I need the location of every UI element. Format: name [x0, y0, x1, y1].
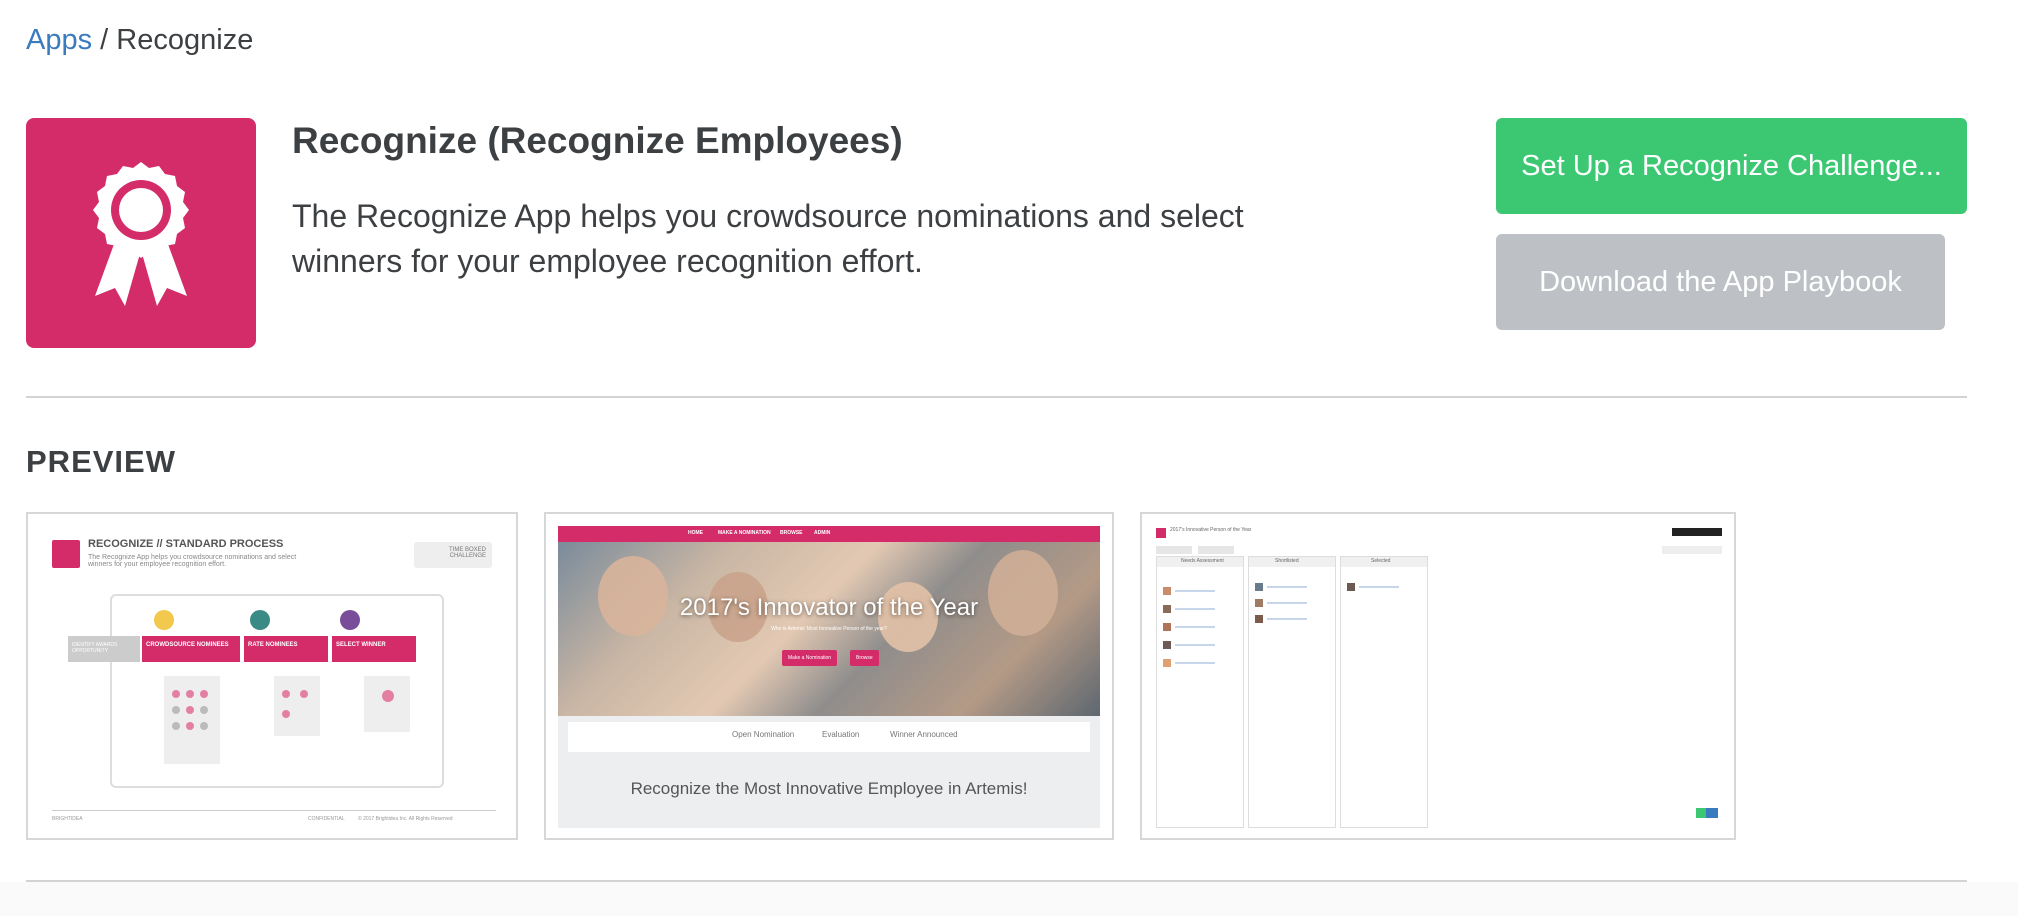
make-nomination-button: Make a Nomination: [782, 650, 838, 666]
person-icon: [340, 610, 360, 630]
nominee-name: [1175, 608, 1215, 610]
nominee-name: [1267, 586, 1307, 588]
set-up-challenge-button[interactable]: Set Up a Recognize Challenge...: [1496, 118, 1967, 214]
app-title: Recognize (Recognize Employees): [292, 120, 903, 161]
thumb-footer-brand: BRIGHTIDEA: [52, 816, 83, 822]
nominee-dot: [200, 722, 208, 730]
download-playbook-button[interactable]: Download the App Playbook: [1496, 234, 1945, 330]
timeline-area: Open Nomination Evaluation Winner Announ…: [558, 716, 1100, 828]
nominee-name: [1267, 602, 1307, 604]
breadcrumb-link-apps[interactable]: Apps: [26, 24, 92, 56]
person-icon: [154, 610, 174, 630]
timeline-step: Evaluation: [822, 730, 860, 739]
recognize-logo-icon: [52, 540, 80, 568]
winner-box: [364, 676, 410, 732]
board-column-label: Selected: [1371, 558, 1391, 564]
board-column: Shortlisted: [1248, 556, 1336, 828]
nominee-dot: [200, 690, 208, 698]
divider: [26, 396, 1967, 398]
board-column-label: Needs Assessment: [1181, 558, 1224, 564]
timeline-bar: Open Nomination Evaluation Winner Announ…: [568, 722, 1090, 752]
board-button: [1706, 808, 1718, 818]
page-bottom: [0, 882, 2018, 916]
nominee-name: [1175, 626, 1215, 628]
nominee-dot: [186, 706, 194, 714]
board-column: Needs Assessment: [1156, 556, 1244, 828]
preview-section-title: PREVIEW: [26, 444, 176, 479]
rated-dot: [282, 710, 290, 718]
nav-item-browse: BROWSE: [780, 530, 803, 536]
hero-photo-person: [988, 550, 1058, 636]
board-header: 2017's Innovative Person of the Year: [1152, 524, 1726, 560]
nominee-dot: [172, 690, 180, 698]
start-step: IDENTIFY AWARDS OPPORTUNITY: [68, 636, 140, 662]
breadcrumb-current: Recognize: [116, 24, 254, 56]
app-description: The Recognize App helps you crowdsource …: [292, 198, 1244, 279]
nominee-avatar: [1347, 583, 1355, 591]
thumb-navbar: HOME MAKE A NOMINATION BROWSE ADMIN: [558, 526, 1100, 542]
board-column: Selected: [1340, 556, 1428, 828]
board-title: 2017's Innovative Person of the Year: [1170, 527, 1252, 533]
nominee-avatar: [1163, 605, 1171, 613]
thumb-subtitle: The Recognize App helps you crowdsource …: [88, 554, 297, 568]
nominee-name: [1267, 618, 1307, 620]
breadcrumb: Apps / Recognize: [26, 22, 253, 58]
nav-item-nominate: MAKE A NOMINATION: [718, 530, 771, 536]
board-button: [1696, 808, 1706, 818]
nominee-name: [1175, 662, 1215, 664]
board-search: [1662, 546, 1722, 554]
hero-subtitle: Who is Artemis' Most Innovative Person o…: [771, 626, 887, 632]
nominee-avatar: [1255, 615, 1263, 623]
board-filter: [1156, 546, 1192, 554]
board-column-label: Shortlisted: [1275, 558, 1299, 564]
board-action-button: [1672, 528, 1722, 536]
nominee-avatar: [1163, 641, 1171, 649]
thumb-footer-rule: [52, 810, 496, 811]
nominee-dot: [172, 706, 180, 714]
browse-button: Browse: [850, 650, 879, 666]
nominee-dot: [186, 690, 194, 698]
preview-thumbnail-process[interactable]: RECOGNIZE // STANDARD PROCESS The Recogn…: [26, 512, 518, 840]
step-rate: RATE NOMINEES: [244, 636, 328, 662]
nominee-avatar: [1163, 587, 1171, 595]
nominee-grid: [164, 676, 220, 764]
nominee-dot: [186, 722, 194, 730]
rated-grid: [274, 676, 320, 736]
body-title: Recognize the Most Innovative Employee i…: [630, 779, 1028, 798]
thumb-footer-copyright: © 2017 Brightidea Inc. All Rights Reserv…: [358, 816, 453, 822]
preview-thumbnail-board[interactable]: 2017's Innovative Person of the Year Nee…: [1140, 512, 1736, 840]
person-icon: [250, 610, 270, 630]
nominee-avatar: [1163, 659, 1171, 667]
winner-dot: [382, 690, 394, 702]
preview-thumbnail-homepage[interactable]: HOME MAKE A NOMINATION BROWSE ADMIN 2017…: [544, 512, 1114, 840]
board-filter: [1198, 546, 1234, 554]
nominee-avatar: [1255, 583, 1263, 591]
thumb-footer-confidential: CONFIDENTIAL: [308, 816, 345, 822]
timeline-step: Open Nomination: [732, 730, 795, 739]
breadcrumb-separator: /: [100, 24, 109, 56]
thumb-badge: TIME BOXED CHALLENGE: [414, 542, 492, 568]
nominee-dot: [200, 706, 208, 714]
step-select: SELECT WINNER: [332, 636, 416, 662]
timeline-step: Winner Announced: [890, 730, 958, 739]
thumb-title: RECOGNIZE // STANDARD PROCESS: [88, 538, 284, 550]
nav-item-admin: ADMIN: [814, 530, 831, 536]
recognize-logo-icon: [1156, 528, 1166, 538]
hero-banner: 2017's Innovator of the Year Who is Arte…: [558, 542, 1100, 716]
nominee-avatar: [1163, 623, 1171, 631]
nominee-dot: [172, 722, 180, 730]
rated-dot: [282, 690, 290, 698]
hero-title: 2017's Innovator of the Year: [679, 594, 979, 621]
award-ribbon-icon: [93, 162, 189, 306]
nominee-avatar: [1255, 599, 1263, 607]
rated-dot: [300, 690, 308, 698]
nominee-name: [1175, 644, 1215, 646]
step-crowdsource: CROWDSOURCE NOMINEES: [142, 636, 240, 662]
nominee-name: [1359, 586, 1399, 588]
app-icon: [26, 118, 256, 348]
nominee-name: [1175, 590, 1215, 592]
nav-item-home: HOME: [688, 530, 703, 536]
